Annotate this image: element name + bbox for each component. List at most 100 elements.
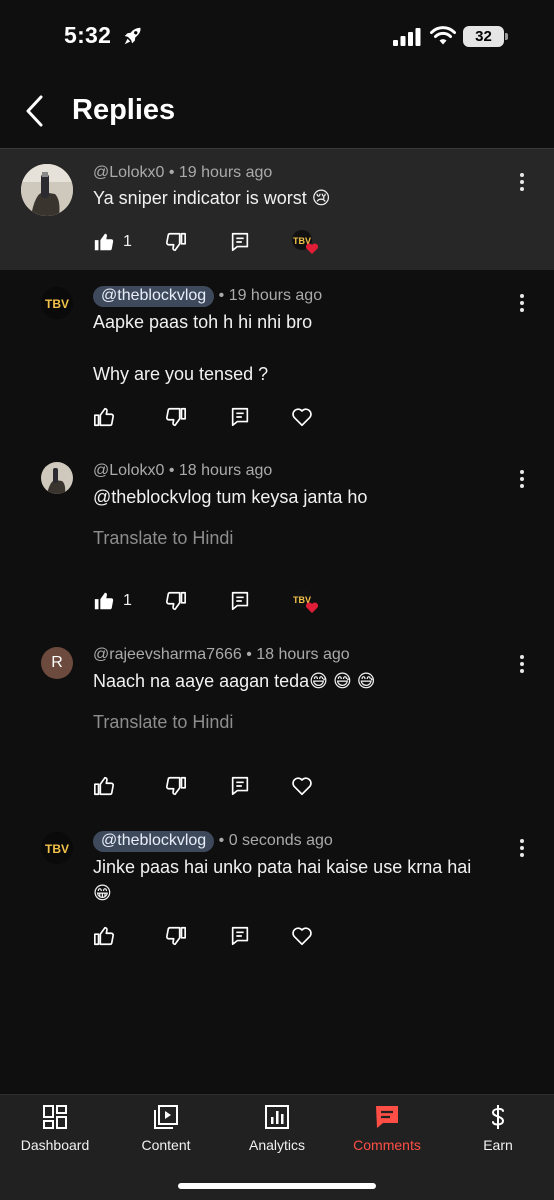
- reply-button[interactable]: [229, 404, 251, 430]
- heart-button[interactable]: [291, 773, 313, 799]
- more-options-icon[interactable]: [512, 292, 532, 316]
- comment-time: 19 hours ago: [228, 287, 323, 304]
- nav-label: Comments: [353, 1137, 421, 1153]
- status-bar: 5:32 32: [0, 0, 554, 74]
- creator-heart-icon: TBV: [292, 589, 319, 613]
- thumbs-up-filled-icon: [94, 592, 114, 610]
- content-icon: [154, 1105, 178, 1129]
- heart-icon: [292, 927, 312, 946]
- more-options-icon[interactable]: [512, 837, 532, 861]
- separator-dot: •: [218, 832, 229, 849]
- comment-meta: @Lolokx0 • 19 hours ago: [93, 164, 272, 182]
- comment-author[interactable]: @Lolokx0: [93, 462, 164, 479]
- comment-text: Jinke paas hai unko pata hai kaise use k…: [93, 857, 472, 903]
- comment-text: Aapke paas toh h hi nhi bro Why are you …: [93, 312, 313, 384]
- reply-button[interactable]: [229, 923, 251, 949]
- comment-author[interactable]: @rajeevsharma7666: [93, 646, 242, 663]
- like-button[interactable]: 1: [93, 588, 132, 614]
- comments-icon: [376, 1106, 398, 1128]
- nav-analytics[interactable]: Analytics: [222, 1103, 332, 1153]
- reply-button[interactable]: [229, 588, 251, 614]
- parent-comment: @Lolokx0 • 19 hours ago Ya sniper indica…: [0, 148, 554, 270]
- reply-icon: [231, 232, 249, 252]
- like-count: 1: [123, 592, 132, 609]
- thumbs-down-icon: [165, 232, 186, 252]
- reply-button[interactable]: [229, 773, 251, 799]
- nav-earn[interactable]: Earn: [443, 1103, 553, 1153]
- comment-time: 19 hours ago: [178, 164, 273, 181]
- dislike-button[interactable]: [165, 404, 187, 430]
- nav-label: Content: [141, 1137, 191, 1153]
- thumbs-down-icon: [165, 926, 186, 946]
- theblockvlog-logo-icon: TBV: [41, 287, 73, 319]
- theblockvlog-logo-icon: TBV: [41, 832, 73, 864]
- avatar[interactable]: [21, 164, 73, 216]
- reply-icon: [231, 591, 249, 611]
- comment-text: Ya sniper indicator is worst 😢: [93, 188, 331, 208]
- svg-text:TBV: TBV: [45, 297, 69, 311]
- creator-heart-icon: TBV: [292, 230, 319, 254]
- avatar[interactable]: R: [41, 647, 73, 679]
- dislike-button[interactable]: [165, 588, 187, 614]
- nav-label: Earn: [483, 1137, 513, 1153]
- like-button[interactable]: [93, 773, 115, 799]
- earn-icon: [491, 1105, 505, 1129]
- comment-time: 0 seconds ago: [228, 832, 333, 849]
- more-options-icon[interactable]: [512, 468, 532, 492]
- avatar[interactable]: TBV: [41, 832, 73, 864]
- battery-indicator: 32: [463, 26, 508, 47]
- comment-time: 18 hours ago: [256, 646, 350, 663]
- back-arrow-icon[interactable]: [22, 94, 50, 128]
- heart-button[interactable]: [291, 923, 313, 949]
- reply-icon: [231, 776, 249, 796]
- creator-heart-badge: TBV: [291, 588, 319, 614]
- status-time: 5:32: [64, 22, 112, 48]
- reply-item: R @rajeevsharma7666 • 18 hours ago Naach…: [0, 625, 554, 815]
- comment-actions: [93, 404, 333, 432]
- avatar-letter: R: [51, 654, 63, 671]
- dislike-button[interactable]: [165, 923, 187, 949]
- separator-dot: •: [168, 462, 179, 479]
- comment-actions: 1 TBV: [93, 229, 333, 257]
- reply-item: @Lolokx0 • 18 hours ago @theblockvlog tu…: [0, 440, 554, 625]
- thumbs-up-filled-icon: [94, 233, 114, 251]
- avatar[interactable]: TBV: [41, 287, 73, 319]
- comment-text: @theblockvlog tum keysa janta ho: [93, 487, 368, 507]
- dislike-button[interactable]: [165, 229, 187, 255]
- nav-comments[interactable]: Comments: [332, 1103, 442, 1153]
- creator-handle-chip[interactable]: @theblockvlog: [93, 831, 215, 852]
- heart-icon: [292, 777, 312, 796]
- comment-actions: [93, 923, 333, 951]
- reply-button[interactable]: [229, 229, 251, 255]
- separator-dot: •: [218, 287, 229, 304]
- like-count: 1: [123, 233, 132, 250]
- more-options-icon[interactable]: [512, 171, 532, 195]
- comment-meta: @rajeevsharma7666 • 18 hours ago: [93, 646, 350, 664]
- home-indicator[interactable]: [178, 1183, 376, 1189]
- avatar[interactable]: [41, 462, 73, 494]
- like-button[interactable]: 1: [93, 229, 132, 255]
- heart-button[interactable]: [291, 404, 313, 430]
- svg-text:TBV: TBV: [45, 842, 69, 856]
- nav-label: Dashboard: [20, 1137, 90, 1153]
- thumbs-up-icon: [94, 407, 115, 427]
- nav-content[interactable]: Content: [111, 1103, 221, 1153]
- like-button[interactable]: [93, 404, 115, 430]
- separator-dot: •: [168, 164, 179, 181]
- signal-icon: [393, 28, 421, 46]
- comment-author[interactable]: @Lolokx0: [93, 164, 164, 181]
- creator-handle-chip[interactable]: @theblockvlog: [93, 286, 215, 307]
- comment-actions: 1 TBV: [93, 588, 333, 616]
- translate-link[interactable]: Translate to Hindi: [93, 528, 233, 549]
- thumbs-down-icon: [165, 776, 186, 796]
- heart-icon: [292, 408, 312, 427]
- reply-icon: [231, 407, 249, 427]
- more-options-icon[interactable]: [512, 653, 532, 677]
- comment-actions: [93, 773, 333, 801]
- like-button[interactable]: [93, 923, 115, 949]
- translate-link[interactable]: Translate to Hindi: [93, 712, 233, 733]
- comment-meta: @theblockvlog • 0 seconds ago: [93, 831, 333, 852]
- dislike-button[interactable]: [165, 773, 187, 799]
- nav-dashboard[interactable]: Dashboard: [0, 1103, 110, 1153]
- creator-heart-badge: TBV: [291, 229, 319, 255]
